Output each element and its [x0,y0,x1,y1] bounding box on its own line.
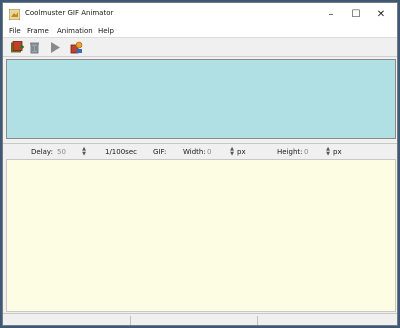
status-divider [257,316,258,325]
status-bar [3,313,397,325]
gif-label: GIF: [153,148,167,156]
title-bar: Coolmuster GIF Animator – ☐ ✕ [3,3,397,25]
app-window: Coolmuster GIF Animator – ☐ ✕ File Frame… [2,2,398,326]
close-icon: ✕ [376,8,386,20]
width-label: Width: [183,148,206,156]
minimize-icon: – [328,8,334,20]
window-title: Coolmuster GIF Animator [25,9,114,17]
menu-file[interactable]: File [9,27,21,35]
menu-frame[interactable]: Frame [27,27,49,35]
height-unit-label: px [333,148,342,156]
menu-animation[interactable]: Animation [57,27,93,35]
preview-area [6,59,396,139]
menu-help[interactable]: Help [98,27,114,35]
minimize-button[interactable]: – [318,5,344,23]
play-icon [51,42,60,53]
delete-button[interactable] [27,40,42,55]
width-input[interactable]: 0 [207,148,211,156]
add-images-icon [11,41,24,53]
height-spinner[interactable]: ▲ ▼ [324,146,332,157]
play-button[interactable] [47,40,62,55]
export-icon [70,41,83,54]
delay-unit-label: 1/100sec [105,148,137,156]
status-divider [130,316,131,325]
menu-bar: File Frame Animation Help [3,25,397,38]
spin-down-icon: ▼ [82,150,86,157]
export-button[interactable] [69,40,84,55]
spin-down-icon: ▼ [230,150,234,157]
height-label: Height: [277,148,303,156]
frame-properties-bar: Delay: 50 ▲ ▼ 1/100sec GIF: Width: 0 ▲ ▼… [3,143,397,158]
add-images-button[interactable] [10,40,25,55]
maximize-button[interactable]: ☐ [343,5,369,23]
width-spinner[interactable]: ▲ ▼ [228,146,236,157]
close-button[interactable]: ✕ [368,5,394,23]
width-unit-label: px [237,148,246,156]
delay-input[interactable]: 50 [57,148,66,156]
maximize-icon: ☐ [351,8,361,20]
height-input[interactable]: 0 [304,148,308,156]
toolbar [3,38,397,57]
spin-down-icon: ▼ [326,150,330,157]
delay-spinner[interactable]: ▲ ▼ [80,146,88,157]
frames-area[interactable] [6,159,396,312]
app-logo-icon [9,9,20,20]
delay-label: Delay: [31,148,53,156]
delete-icon [30,42,39,54]
